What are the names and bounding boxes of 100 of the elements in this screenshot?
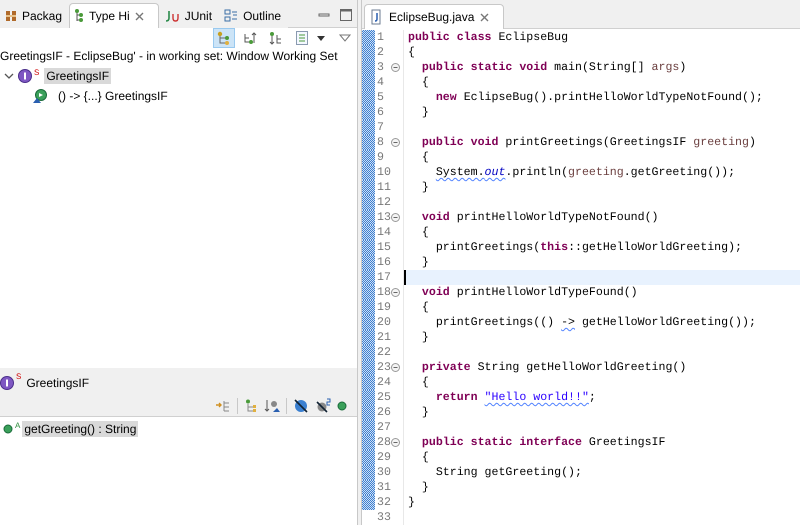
code-line: } bbox=[420, 255, 430, 270]
line-number: 1 bbox=[377, 30, 385, 45]
code-line: public static interface GreetingsIF bbox=[420, 435, 666, 450]
fold-icon[interactable] bbox=[391, 438, 400, 447]
chevron-icon[interactable] bbox=[4, 71, 14, 81]
fold-icon[interactable] bbox=[391, 63, 400, 72]
line-number: 3 bbox=[377, 60, 385, 75]
subtype-icon bbox=[269, 31, 283, 45]
member-item[interactable]: getGreeting() : String bbox=[22, 421, 138, 437]
range-indicator bbox=[362, 315, 375, 330]
code-line: { bbox=[420, 75, 430, 90]
lambda-icon bbox=[32, 88, 48, 104]
line-number: 29 bbox=[377, 450, 391, 465]
range-indicator bbox=[362, 345, 375, 360]
code-line: public class EclipseBug bbox=[407, 30, 570, 45]
range-indicator bbox=[362, 120, 375, 135]
line-number: 5 bbox=[377, 90, 385, 105]
hide-fields-icon[interactable] bbox=[293, 398, 309, 414]
range-indicator bbox=[362, 30, 375, 45]
code-line: } bbox=[420, 180, 430, 195]
line-number: 26 bbox=[377, 405, 391, 420]
range-indicator bbox=[362, 135, 375, 150]
line-number: 19 bbox=[377, 300, 391, 315]
line-number: 4 bbox=[377, 75, 385, 90]
code-line: { bbox=[420, 225, 430, 240]
code-line: } bbox=[420, 330, 430, 345]
view-tab[interactable]: Type Hi bbox=[69, 3, 159, 28]
outline-icon bbox=[224, 9, 238, 23]
range-indicator bbox=[362, 225, 375, 240]
line-number: 21 bbox=[377, 330, 391, 345]
range-indicator bbox=[362, 150, 375, 165]
line-number: 6 bbox=[377, 105, 385, 120]
dropdown-icon[interactable] bbox=[317, 36, 325, 40]
range-indicator bbox=[362, 75, 375, 90]
modifier-label: S bbox=[16, 372, 22, 381]
range-indicator bbox=[362, 435, 375, 450]
public-method-icon[interactable] bbox=[337, 401, 347, 411]
code-line: } bbox=[420, 405, 430, 420]
code-line: String getGreeting(); bbox=[434, 465, 583, 480]
tree-item[interactable]: () -> {...} GreetingsIF bbox=[56, 88, 170, 104]
line-number: 13 bbox=[377, 210, 391, 225]
fold-icon[interactable] bbox=[391, 288, 400, 297]
tree-item[interactable]: GreetingsIF bbox=[44, 68, 112, 84]
range-indicator bbox=[362, 240, 375, 255]
view-menu-icon[interactable] bbox=[339, 34, 351, 42]
line-number: 8 bbox=[377, 135, 385, 150]
maximize-button[interactable] bbox=[340, 9, 352, 21]
type-label: GreetingsIF bbox=[26, 376, 90, 390]
code-line: printGreetings(() -> getHelloWorldGreeting()); bbox=[434, 315, 757, 330]
line-number: 28 bbox=[377, 435, 391, 450]
range-indicator bbox=[362, 465, 375, 480]
line-number: 24 bbox=[377, 375, 391, 390]
close-icon[interactable] bbox=[480, 12, 490, 22]
inherited-members-icon[interactable] bbox=[215, 399, 231, 413]
code-line: private String getHelloWorldGreeting() bbox=[420, 360, 688, 375]
fold-icon[interactable] bbox=[391, 213, 400, 222]
line-number: 27 bbox=[377, 420, 391, 435]
range-indicator bbox=[362, 165, 375, 180]
view-tab[interactable]: JUnit bbox=[158, 3, 220, 28]
range-indicator bbox=[362, 285, 375, 300]
hierarchy-icon[interactable] bbox=[244, 399, 258, 413]
supertype-icon bbox=[243, 31, 257, 45]
sort-icon[interactable] bbox=[264, 399, 280, 413]
range-indicator bbox=[362, 105, 375, 120]
interface-icon bbox=[18, 69, 32, 83]
line-number: 2 bbox=[377, 45, 385, 60]
code-line: System.out.println(greeting.getGreeting()); bbox=[434, 165, 736, 180]
modifier-label: A bbox=[15, 421, 20, 430]
fold-icon[interactable] bbox=[391, 138, 400, 147]
range-indicator bbox=[362, 360, 375, 375]
range-indicator bbox=[362, 375, 375, 390]
fold-icon[interactable] bbox=[391, 363, 400, 372]
range-indicator bbox=[362, 390, 375, 405]
range-indicator bbox=[362, 480, 375, 495]
modifier-label: S bbox=[34, 68, 40, 77]
range-indicator bbox=[362, 45, 375, 60]
hierarchy-icon bbox=[74, 9, 84, 23]
package-icon bbox=[5, 10, 17, 22]
toolbar-button[interactable] bbox=[213, 28, 235, 48]
line-number: 11 bbox=[377, 180, 391, 195]
code-line: { bbox=[420, 375, 430, 390]
line-number: 33 bbox=[377, 510, 391, 525]
line-number: 12 bbox=[377, 195, 391, 210]
range-indicator bbox=[362, 450, 375, 465]
editor-tab[interactable]: EclipseBug.java bbox=[364, 4, 504, 29]
range-indicator bbox=[362, 420, 375, 435]
line-number: 22 bbox=[377, 345, 391, 360]
range-indicator bbox=[362, 405, 375, 420]
code-line: void printHelloWorldTypeFound() bbox=[420, 285, 639, 300]
range-indicator bbox=[362, 210, 375, 225]
code-line: } bbox=[420, 105, 430, 120]
hide-static-icon[interactable] bbox=[315, 398, 331, 414]
range-indicator bbox=[362, 270, 375, 285]
range-indicator bbox=[362, 495, 375, 510]
line-number: 14 bbox=[377, 225, 391, 240]
range-indicator bbox=[362, 60, 375, 75]
code-line: { bbox=[420, 300, 430, 315]
range-indicator bbox=[362, 300, 375, 315]
close-icon[interactable] bbox=[134, 12, 144, 20]
java-file-icon bbox=[369, 9, 383, 25]
